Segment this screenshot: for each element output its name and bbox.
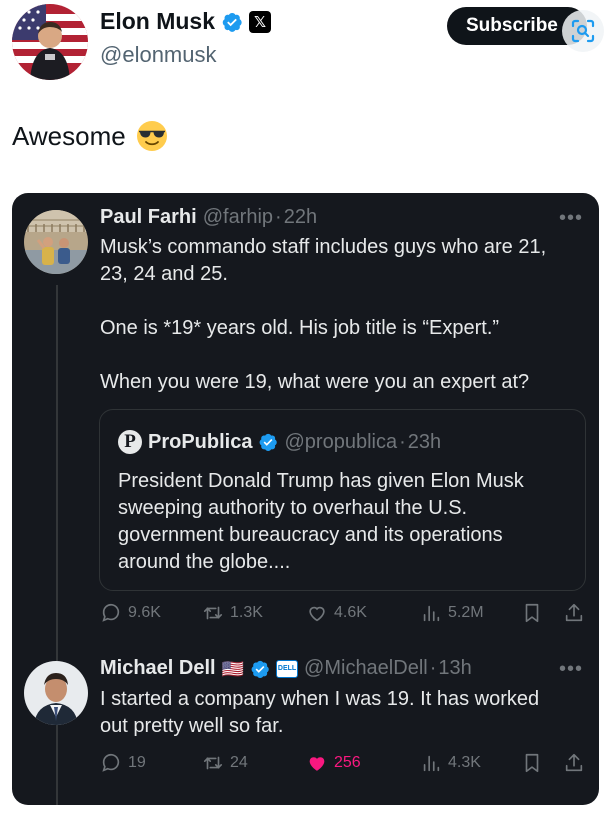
farhi-name[interactable]: Paul Farhi <box>100 206 197 229</box>
views-chart-icon <box>423 605 440 622</box>
reply-button[interactable]: 9.6K <box>100 598 161 628</box>
us-flag-icon: 🇺🇸 <box>221 658 245 679</box>
dell-action-bar: 19 24 256 4.3K <box>100 748 588 778</box>
dell-affiliate-badge-icon: DELL <box>276 659 299 678</box>
heart-filled-icon <box>309 757 325 771</box>
like-button[interactable]: 256 <box>306 748 361 778</box>
share-button[interactable] <box>563 748 585 778</box>
more-options-icon[interactable]: ••• <box>559 658 583 681</box>
share-icon <box>565 753 583 772</box>
sunglasses-emoji-icon <box>136 121 167 151</box>
propublica-logo-icon[interactable]: P <box>118 430 142 454</box>
views-count: 4.3K <box>448 754 481 771</box>
quote-line: sweeping authority to overhaul the U.S. <box>118 497 468 519</box>
like-count: 4.6K <box>334 604 367 621</box>
farhi-action-bar: 9.6K 1.3K 4.6K 5.2M <box>100 598 588 628</box>
tweet-line: 23, 24 and 25. <box>100 263 228 285</box>
views-button[interactable]: 5.2M <box>420 598 484 628</box>
separator-dot: · <box>399 430 406 453</box>
reply-icon <box>102 603 120 622</box>
share-icon <box>565 603 583 622</box>
verified-badge-icon <box>222 12 242 32</box>
dell-timestamp[interactable]: 13h <box>438 657 471 680</box>
tweet-line: out pretty well so far. <box>100 715 284 737</box>
author-avatar[interactable] <box>12 4 88 80</box>
quote-line: around the globe.... <box>118 551 291 573</box>
author-name[interactable]: Elon Musk <box>100 8 215 35</box>
bookmark-icon <box>525 753 539 773</box>
repost-count: 1.3K <box>230 604 263 621</box>
repost-count: 24 <box>230 754 248 771</box>
propublica-handle[interactable]: @propublica <box>284 431 397 454</box>
views-count: 5.2M <box>448 604 484 621</box>
quoted-tweet-text: President Donald Trump has given Elon Mu… <box>118 468 570 576</box>
like-count: 256 <box>334 754 361 771</box>
propublica-name[interactable]: ProPublica <box>148 431 252 454</box>
bookmark-icon <box>525 603 539 623</box>
quoted-tweet[interactable]: P ProPublica @propublica · 23h President… <box>99 409 586 591</box>
bookmark-button[interactable] <box>521 748 543 778</box>
verified-badge-icon <box>251 660 269 678</box>
x-affiliate-badge-icon: 𝕏 <box>249 10 272 33</box>
like-button[interactable]: 4.6K <box>306 598 367 628</box>
reply-button[interactable]: 19 <box>100 748 146 778</box>
post-text: Awesome <box>12 120 168 152</box>
post-body: Awesome <box>12 120 126 151</box>
repost-button[interactable]: 24 <box>202 748 248 778</box>
farhi-tweet-text: Musk’s commando staff includes guys who … <box>100 234 588 396</box>
farhi-avatar[interactable] <box>24 210 88 274</box>
dell-tweet-text: I started a company when I was 19. It ha… <box>100 686 588 740</box>
verified-badge-icon <box>260 433 278 451</box>
reply-icon <box>102 753 120 772</box>
tweet-line: One is *19* years old. His job title is … <box>100 317 500 339</box>
reply-count: 19 <box>128 754 146 771</box>
separator-dot: · <box>429 657 437 679</box>
views-button[interactable]: 4.3K <box>420 748 481 778</box>
heart-icon <box>309 606 325 622</box>
share-button[interactable] <box>563 598 585 628</box>
repost-icon <box>203 606 223 620</box>
dell-handle[interactable]: @MichaelDell <box>304 657 428 680</box>
author-handle[interactable]: @elonmusk <box>100 42 217 68</box>
tweet-line: When you were 19, what were you an exper… <box>100 371 530 393</box>
quote-line: government bureaucracy and its operation… <box>118 524 503 546</box>
propublica-timestamp[interactable]: 23h <box>408 431 441 454</box>
lens-scan-icon[interactable] <box>562 10 604 52</box>
repost-icon <box>203 756 223 770</box>
separator-dot: · <box>275 206 282 228</box>
embedded-thread-card[interactable]: Paul Farhi @farhip · 22h ••• Musk’s comm… <box>12 193 599 805</box>
dell-avatar[interactable] <box>24 661 88 725</box>
dell-name[interactable]: Michael Dell <box>100 657 216 680</box>
farhi-timestamp[interactable]: 22h <box>284 206 317 229</box>
quote-line: President Donald Trump has given Elon Mu… <box>118 470 524 492</box>
views-chart-icon <box>423 755 440 772</box>
farhi-handle[interactable]: @farhip <box>203 206 273 229</box>
more-options-icon[interactable]: ••• <box>559 207 583 230</box>
repost-button[interactable]: 1.3K <box>202 598 263 628</box>
tweet-line: I started a company when I was 19. It ha… <box>100 688 540 710</box>
thread-connector-line <box>56 285 58 805</box>
bookmark-button[interactable] <box>521 598 543 628</box>
tweet-line: Musk’s commando staff includes guys who … <box>100 236 547 258</box>
reply-count: 9.6K <box>128 604 161 621</box>
